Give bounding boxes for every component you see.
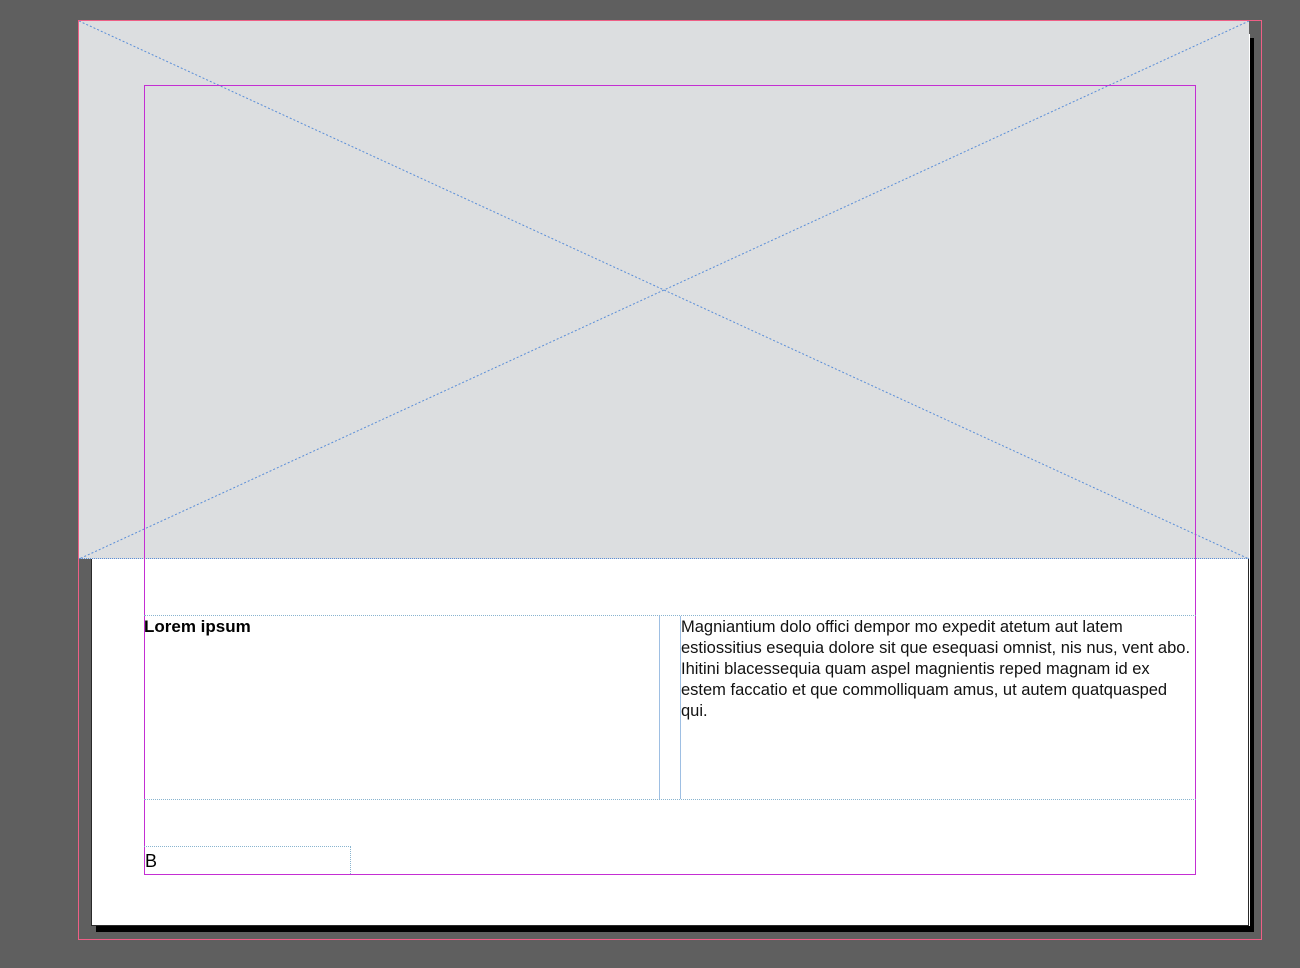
body-text[interactable]: Magniantium dolo offici dempor mo expedi… [681,617,1193,722]
footer-label[interactable]: B [145,850,157,872]
heading-text[interactable]: Lorem ipsum [144,617,251,637]
small-text-frame[interactable] [144,846,351,874]
column-gutter-left [659,616,660,799]
